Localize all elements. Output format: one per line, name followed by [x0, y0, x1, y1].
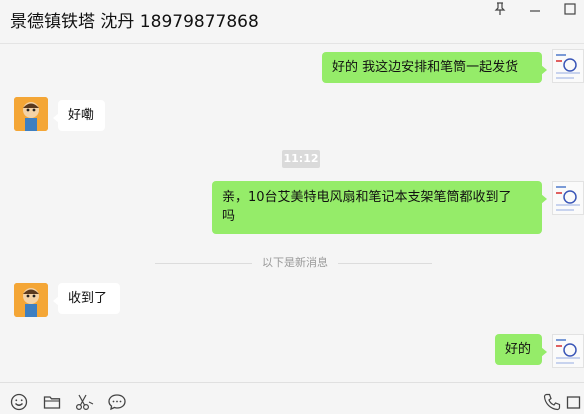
message-bubble-incoming[interactable]: 收到了 [53, 283, 120, 314]
new-messages-label: 以下是新消息 [252, 254, 338, 272]
video-icon[interactable] [566, 392, 584, 412]
message-bubble-outgoing[interactable]: 好的 我这边安排和笔筒一起发货 [322, 52, 547, 83]
message-text-line-2: 吗 [222, 209, 236, 224]
chat-title: 景德镇铁塔 沈丹 18979877868 [10, 12, 259, 32]
scissors-icon[interactable] [74, 392, 94, 412]
minimize-icon[interactable] [528, 2, 542, 16]
phone-icon[interactable] [542, 392, 562, 412]
input-toolbar [0, 382, 584, 414]
message-list[interactable]: 好的 我这边安排和笔筒一起发货 好嘞 11:12 亲，10台艾美特电风扇和笔记本… [0, 44, 584, 382]
my-avatar[interactable] [552, 334, 584, 368]
contact-avatar[interactable] [14, 97, 48, 131]
message-text: 好的 我这边安排和笔筒一起发货 [332, 60, 519, 75]
message-bubble-outgoing[interactable]: 亲，10台艾美特电风扇和笔记本支架笔筒都收到了 吗 [212, 181, 547, 234]
time-separator: 11:12 [282, 150, 320, 168]
pin-icon[interactable] [493, 2, 507, 16]
chat-bubble-icon[interactable] [107, 392, 127, 412]
emoji-icon[interactable] [9, 392, 29, 412]
message-bubble-outgoing[interactable]: 好的 [495, 334, 547, 365]
my-avatar[interactable] [552, 49, 584, 83]
chat-header: 景德镇铁塔 沈丹 18979877868 [0, 0, 584, 44]
folder-icon[interactable] [42, 392, 62, 412]
maximize-icon[interactable] [563, 2, 577, 16]
contact-avatar[interactable] [14, 283, 48, 317]
message-text: 好的 [505, 342, 532, 357]
my-avatar[interactable] [552, 181, 584, 215]
message-text-line-1: 亲，10台艾美特电风扇和笔记本支架笔筒都收到了 [222, 190, 512, 205]
message-bubble-incoming[interactable]: 好嘞 [53, 100, 105, 131]
message-text: 好嘞 [68, 108, 95, 123]
message-text: 收到了 [68, 291, 108, 306]
